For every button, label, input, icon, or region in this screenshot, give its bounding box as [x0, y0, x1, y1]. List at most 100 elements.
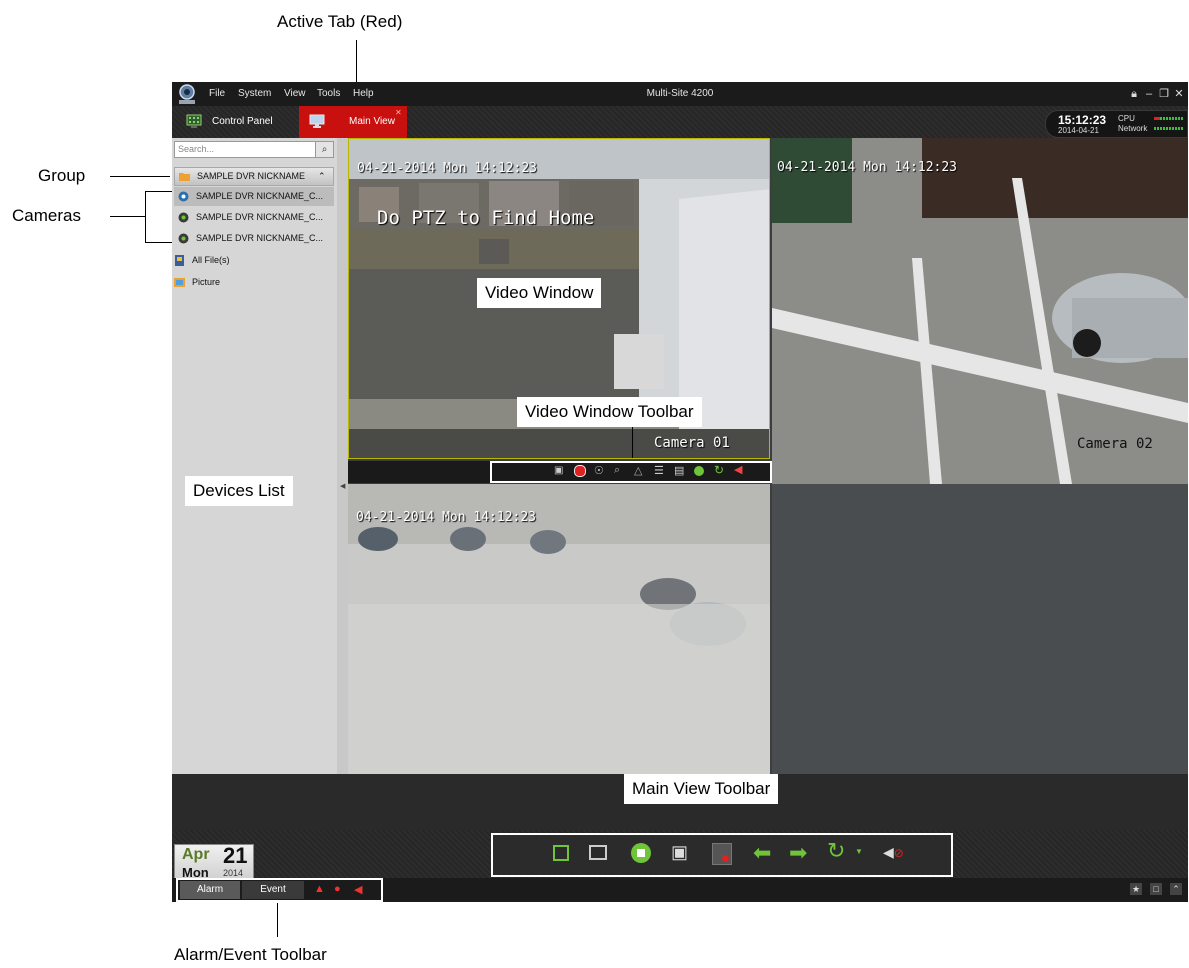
- network-label: Network: [1118, 124, 1148, 133]
- callout-devices-list: Devices List: [193, 481, 285, 500]
- menu-bar: File System View Tools Help Multi-Site 4…: [172, 82, 1188, 106]
- callout-main-view-toolbar: Main View Toolbar: [632, 779, 771, 798]
- picture-icon: [174, 278, 185, 287]
- callout-video-window-box: Video Window: [477, 278, 602, 308]
- record-all-icon[interactable]: [712, 843, 732, 865]
- info-icon[interactable]: ☰: [654, 464, 664, 477]
- microphone-icon[interactable]: ☉: [594, 464, 604, 477]
- panel-icon[interactable]: □: [1150, 883, 1162, 895]
- cam2-name: Camera 02: [1077, 436, 1153, 452]
- all-files-row[interactable]: All File(s): [172, 251, 330, 270]
- record-icon[interactable]: [574, 465, 586, 477]
- leader-group: [110, 176, 170, 177]
- monitor-icon: [309, 114, 325, 128]
- tab-bar: Control Panel Main View ✕ 15:12:23 2014-…: [172, 106, 1188, 138]
- date-year: 2014: [223, 868, 244, 878]
- cpu-meter: [1154, 117, 1184, 120]
- camera-3-feed: [348, 484, 770, 774]
- camera-settings-icon[interactable]: ▤: [674, 464, 684, 477]
- network-meter: [1154, 127, 1184, 130]
- zoom-icon[interactable]: ⌕: [614, 464, 620, 477]
- alarm-clear-icon[interactable]: ▲: [314, 883, 325, 895]
- refresh-icon[interactable]: ↻: [714, 463, 724, 477]
- video-window-toolbar-outline: [490, 461, 772, 483]
- snapshot-icon[interactable]: ▣: [554, 465, 563, 476]
- camera-label: SAMPLE DVR NICKNAME_C...: [196, 191, 324, 201]
- camera-row[interactable]: SAMPLE DVR NICKNAME_C...: [174, 229, 334, 248]
- video-window-3[interactable]: 04-21-2014 Mon 14:12:23: [348, 484, 770, 774]
- date-widget: Apr 21 Mon 2014: [174, 843, 254, 882]
- callout-alarm-event-toolbar: Alarm/Event Toolbar: [174, 945, 327, 964]
- tab-alarm[interactable]: Alarm: [180, 881, 240, 899]
- camera-label: SAMPLE DVR NICKNAME_C...: [196, 233, 324, 243]
- cam1-ptz-message: Do PTZ to Find Home: [377, 207, 595, 229]
- sequence-dropdown-icon[interactable]: ▼: [855, 847, 863, 856]
- status-bar: Alarm Event ▲ ● ◀ ★ □ ⌃: [172, 878, 1188, 902]
- date-month: Apr: [182, 846, 210, 863]
- restore-icon[interactable]: ❐: [1158, 82, 1170, 106]
- video-window-1[interactable]: 04-21-2014 Mon 14:12:23 Do PTZ to Find H…: [348, 138, 770, 459]
- control-panel-icon: [186, 114, 202, 128]
- window-title: Multi-Site 4200: [646, 88, 714, 99]
- callout-group: Group: [38, 166, 86, 185]
- tab-close-icon[interactable]: ✕: [395, 97, 402, 129]
- video-window-2[interactable]: 04-21-2014 Mon 14:12:23 Camera 02: [772, 138, 1188, 484]
- previous-icon[interactable]: ⬅: [753, 840, 771, 866]
- picture-row[interactable]: Picture: [172, 273, 330, 292]
- camera-row[interactable]: SAMPLE DVR NICKNAME_C...: [174, 208, 334, 227]
- picture-label: Picture: [192, 277, 221, 287]
- leader-cameras: [110, 216, 145, 217]
- collapse-icon[interactable]: ⌃: [318, 168, 326, 185]
- ptz-icon[interactable]: △: [634, 464, 642, 477]
- lock-icon[interactable]: 🔒︎: [1128, 82, 1140, 106]
- collapse-sidebar-icon[interactable]: ◀: [340, 482, 345, 490]
- search-input[interactable]: Search...: [178, 144, 214, 154]
- cam1-timestamp: 04-21-2014 Mon 14:12:23: [357, 161, 538, 176]
- stop-live-icon[interactable]: [694, 466, 704, 476]
- app-window: File System View Tools Help Multi-Site 4…: [172, 82, 1188, 902]
- search-icon[interactable]: ⌕: [315, 142, 333, 157]
- cpu-label: CPU: [1118, 114, 1135, 123]
- mute-icon[interactable]: ◀⊘: [883, 844, 904, 861]
- group-label: SAMPLE DVR NICKNAME: [197, 171, 306, 181]
- sidebar-scrollbar[interactable]: ◀: [337, 138, 348, 774]
- next-icon[interactable]: ➡: [789, 840, 807, 866]
- bracket-cameras: [145, 191, 146, 243]
- cam3-timestamp: 04-21-2014 Mon 14:12:23: [356, 510, 537, 525]
- alarm-sound-icon[interactable]: ◀: [354, 883, 362, 896]
- callout-video-window-toolbar-box: Video Window Toolbar: [517, 397, 702, 427]
- bracket-cameras-bottom: [145, 242, 173, 243]
- devices-list: Search... ⌕ SAMPLE DVR NICKNAME ⌃ SAMPLE…: [172, 138, 337, 774]
- all-files-label: All File(s): [192, 255, 230, 265]
- group-row[interactable]: SAMPLE DVR NICKNAME ⌃: [174, 167, 334, 186]
- capture-icon[interactable]: ▣: [671, 842, 688, 863]
- leader-video-window-toolbar: [632, 427, 633, 458]
- audio-icon[interactable]: ◀: [734, 463, 742, 476]
- camera-icon: [178, 233, 189, 244]
- cam1-name: Camera 01: [654, 435, 730, 451]
- callout-video-window: Video Window: [485, 283, 594, 302]
- close-icon[interactable]: ✕: [1173, 82, 1185, 106]
- folder-icon: [179, 173, 190, 181]
- tab-control-panel[interactable]: Control Panel: [172, 106, 298, 138]
- minimize-icon[interactable]: –: [1143, 82, 1155, 106]
- camera-2-feed: [772, 138, 1188, 484]
- callout-cameras: Cameras: [12, 206, 81, 225]
- alarm-bell-icon[interactable]: ●: [334, 883, 341, 895]
- expand-icon[interactable]: ⌃: [1170, 883, 1182, 895]
- tab-main-view[interactable]: Main View ✕: [299, 106, 407, 138]
- camera-row[interactable]: SAMPLE DVR NICKNAME_C...: [174, 187, 334, 206]
- callout-devices-list-box: Devices List: [185, 476, 293, 506]
- video-window-4[interactable]: [772, 484, 1188, 774]
- fullscreen-icon[interactable]: [553, 845, 569, 861]
- pin-icon[interactable]: ★: [1130, 883, 1142, 895]
- date-day: 21: [223, 843, 248, 868]
- callout-video-window-toolbar: Video Window Toolbar: [525, 402, 694, 421]
- tab-event[interactable]: Event: [242, 881, 304, 899]
- stop-all-icon[interactable]: [631, 843, 651, 863]
- file-icon: [175, 255, 184, 266]
- search-box[interactable]: Search... ⌕: [174, 141, 334, 158]
- sequence-icon[interactable]: ↻: [827, 838, 845, 864]
- layout-icon[interactable]: [589, 845, 607, 860]
- video-window-toolbar: ▣ ☉ ⌕ △ ☰ ▤ ↻ ◀: [348, 461, 772, 483]
